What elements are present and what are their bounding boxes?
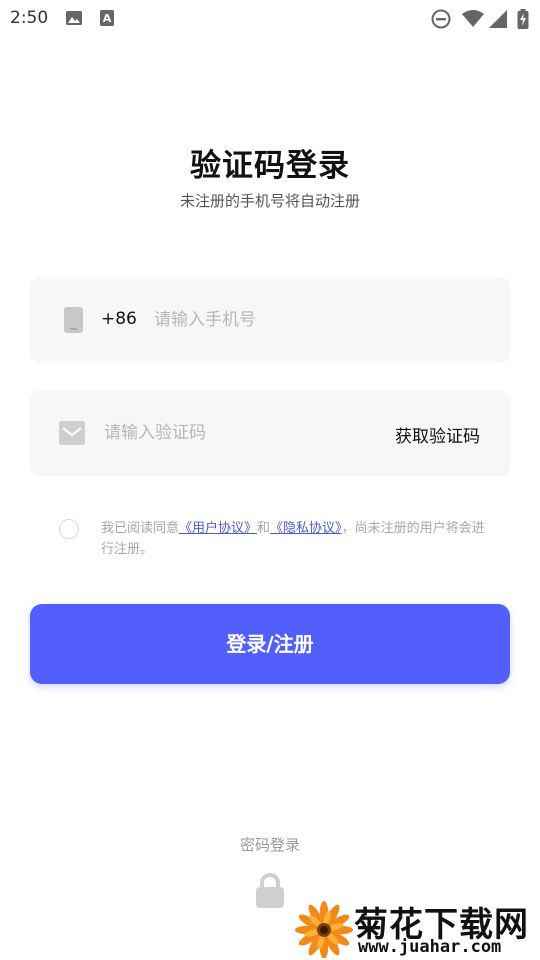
agreement-text: 我已阅读同意《用户协议》和《隐私协议》，尚未注册的用户将会进行注册。	[101, 518, 491, 560]
verification-code-field[interactable]: 获取验证码	[30, 390, 510, 476]
verification-code-input[interactable]	[104, 418, 374, 448]
page-subtitle: 未注册的手机号将自动注册	[179, 192, 360, 210]
battery-charging-icon	[517, 9, 529, 29]
phone-field[interactable]: +86	[30, 277, 510, 363]
text-a-icon: A	[100, 10, 114, 26]
image-icon	[66, 11, 82, 25]
message-icon	[59, 421, 85, 445]
agreement-and: 和	[257, 521, 271, 536]
phone-icon	[64, 307, 83, 333]
svg-text:A: A	[103, 12, 112, 25]
phone-input[interactable]	[154, 305, 454, 335]
country-code[interactable]: +86	[101, 309, 137, 329]
status-time: 2:50	[10, 8, 49, 28]
do-not-disturb-icon	[431, 9, 451, 29]
signal-icon	[489, 10, 507, 28]
status-bar: 2:50 A	[0, 0, 540, 36]
login-register-button[interactable]: 登录/注册	[30, 604, 510, 684]
watermark: 菊花下载网 www.juahar.com	[294, 895, 540, 960]
agreement-prefix: 我已阅读同意	[101, 521, 180, 536]
watermark-url: www.juahar.com	[358, 937, 502, 957]
privacy-policy-link[interactable]: 《隐私协议》	[270, 521, 342, 536]
flower-logo-icon	[295, 901, 353, 958]
user-agreement-link[interactable]: 《用户协议》	[179, 521, 257, 536]
lock-icon[interactable]	[255, 873, 285, 909]
agreement-checkbox[interactable]	[59, 519, 79, 539]
get-code-button[interactable]: 获取验证码	[395, 422, 480, 447]
password-login-link[interactable]: 密码登录	[0, 834, 540, 855]
page-title: 验证码登录	[190, 148, 350, 184]
wifi-icon	[462, 10, 484, 27]
